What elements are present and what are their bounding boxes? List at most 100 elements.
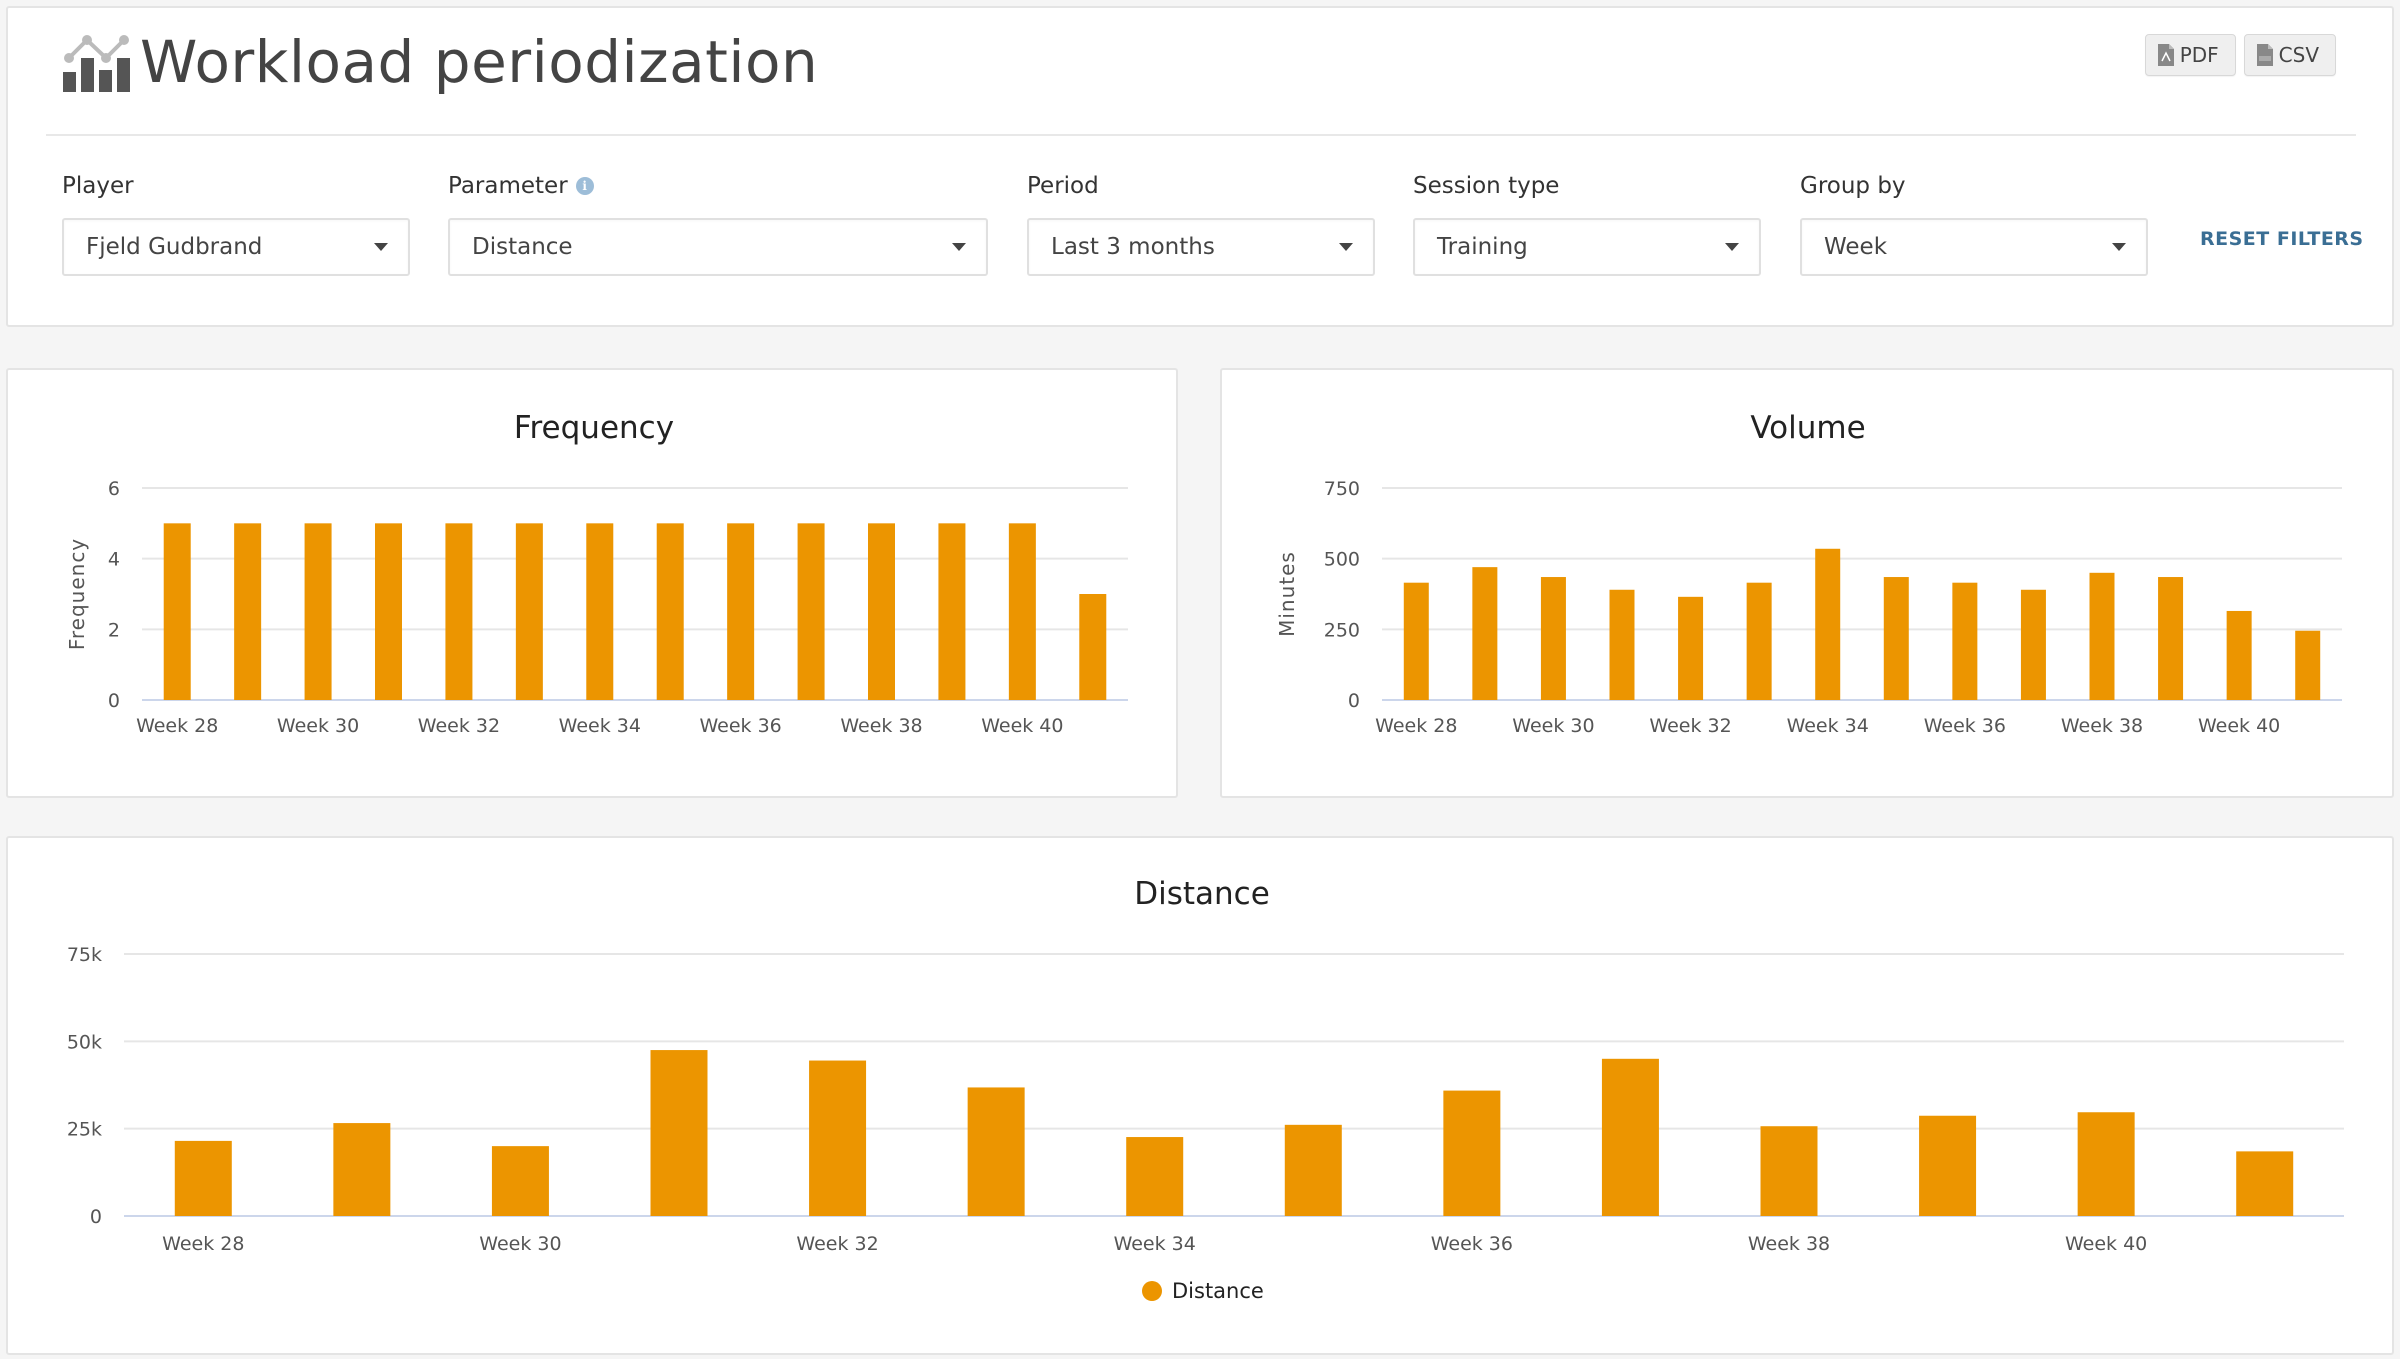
bar-week-30	[304, 523, 332, 700]
bar-week-35	[656, 523, 684, 700]
period-label-text: Period	[1027, 173, 1099, 199]
x-tick-label: Week 30	[479, 1233, 561, 1255]
export-csv-label: CSV	[2278, 43, 2319, 67]
chevron-down-icon	[1339, 243, 1353, 251]
parameter-select[interactable]: Distance	[448, 218, 988, 276]
bar-week-28	[174, 1140, 232, 1216]
bar-week-36	[1952, 582, 1978, 700]
x-tick-label: Week 28	[136, 715, 218, 737]
distance-chart-card: Distance 0 25k 50k 75k Week 28 Week 30 Week 32 W…	[6, 836, 2394, 1355]
bar-week-38	[868, 523, 895, 700]
player-filter: Player Fjeld Gudbrand	[62, 168, 410, 276]
x-tick-label: Week 30	[277, 715, 359, 737]
bar-week-39	[938, 523, 966, 700]
session-type-select[interactable]: Training	[1413, 218, 1761, 276]
bar-week-38	[1760, 1126, 1818, 1216]
csv-file-icon	[2256, 44, 2273, 66]
info-icon[interactable]: i	[575, 177, 594, 195]
x-tick-label: Week 38	[1748, 1233, 1830, 1255]
bar-week-33	[1746, 582, 1772, 700]
bar-week-39	[2158, 577, 2184, 700]
page-title: Workload periodization	[140, 28, 819, 96]
period-select-value: Last 3 months	[1051, 234, 1215, 260]
bar-week-33	[967, 1087, 1025, 1216]
bar-week-41	[2295, 630, 2321, 700]
y-tick-label: 4	[108, 549, 120, 571]
session-type-label-text: Session type	[1413, 173, 1560, 199]
filter-panel: Workload periodization PDF CSV Player Fj…	[6, 6, 2394, 327]
bar-week-36	[1443, 1090, 1501, 1216]
bar-week-41	[2236, 1151, 2294, 1216]
y-tick-label: 0	[90, 1206, 102, 1228]
legend-marker-icon	[1142, 1281, 1162, 1301]
chart-title: Distance	[1134, 876, 1270, 912]
y-tick-label: 25k	[67, 1119, 102, 1141]
player-select[interactable]: Fjeld Gudbrand	[62, 218, 410, 276]
header-divider	[46, 134, 2356, 136]
x-tick-label: Week 30	[1512, 715, 1594, 737]
bar-week-35	[1284, 1124, 1342, 1216]
legend-item[interactable]: Distance	[1142, 1279, 1264, 1303]
bar-week-37	[797, 523, 825, 700]
export-buttons: PDF CSV	[2144, 34, 2336, 76]
chart-title: Frequency	[514, 410, 674, 446]
bar-week-28	[1403, 582, 1429, 700]
x-tick-label: Week 34	[559, 715, 641, 737]
bar-week-39	[1919, 1115, 1977, 1216]
bar-week-34	[1815, 548, 1841, 700]
export-pdf-button[interactable]: PDF	[2144, 34, 2236, 76]
y-tick-label: 2	[108, 619, 120, 641]
bar-week-36	[727, 523, 755, 700]
bar-week-38	[2089, 572, 2115, 700]
x-tick-label: Week 34	[1114, 1233, 1196, 1255]
bar-week-29	[234, 523, 262, 700]
session-type-filter: Session type Training	[1413, 168, 1761, 276]
bar-week-41	[1079, 594, 1107, 700]
y-tick-label: 50k	[67, 1031, 102, 1053]
bar-week-32	[445, 523, 473, 700]
bar-week-29	[1472, 567, 1498, 700]
bar-week-28	[163, 523, 191, 700]
y-tick-label: 0	[1348, 690, 1360, 712]
y-axis-title: Frequency	[65, 538, 89, 650]
x-tick-label: Week 32	[1649, 715, 1731, 737]
bar-week-31	[375, 523, 402, 700]
group-by-select[interactable]: Week	[1800, 218, 2148, 276]
export-csv-button[interactable]: CSV	[2243, 34, 2336, 76]
bar-week-30	[491, 1146, 549, 1216]
x-tick-label: Week 32	[796, 1233, 878, 1255]
group-by-select-value: Week	[1824, 234, 1888, 260]
distance-chart: Distance 0 25k 50k 75k Week 28 Week 30 Week 32 W…	[67, 876, 2344, 1303]
chevron-down-icon	[952, 243, 966, 251]
reset-filters-button[interactable]: RESET FILTERS	[2200, 228, 2364, 250]
bar-week-40	[1008, 523, 1036, 700]
x-tick-label: Week 36	[700, 715, 782, 737]
period-filter: Period Last 3 months	[1027, 168, 1375, 276]
player-label-text: Player	[62, 173, 134, 199]
group-by-label: Group by	[1800, 168, 2148, 204]
x-tick-label: Week 28	[1375, 715, 1457, 737]
x-tick-label: Week 28	[162, 1233, 244, 1255]
group-by-filter: Group by Week	[1800, 168, 2148, 276]
bar-week-34	[1126, 1137, 1184, 1216]
bar-week-30	[1540, 577, 1566, 700]
frequency-chart: Frequency 0 2 4 6 Frequency Week 28 Week 30 Week…	[65, 410, 1128, 737]
period-select[interactable]: Last 3 months	[1027, 218, 1375, 276]
bar-week-37	[2020, 589, 2046, 700]
bar-week-34	[586, 523, 614, 700]
chevron-down-icon	[374, 243, 388, 251]
chart-title: Volume	[1750, 410, 1865, 446]
volume-chart-card: Volume 0 250 500 750 Minutes Week 28 Week 30 Wee…	[1220, 368, 2394, 798]
session-type-select-value: Training	[1437, 234, 1528, 260]
player-label: Player	[62, 168, 410, 204]
frequency-chart-card: Frequency 0 2 4 6 Frequency Week 28 Week 30 Week…	[6, 368, 1178, 798]
chart-analytics-icon	[63, 35, 130, 92]
parameter-select-value: Distance	[472, 234, 573, 260]
parameter-filter: Parameter i Distance	[448, 168, 988, 276]
parameter-label-text: Parameter	[448, 173, 568, 199]
x-tick-label: Week 34	[1787, 715, 1869, 737]
y-tick-label: 250	[1324, 619, 1360, 641]
x-tick-label: Week 40	[981, 715, 1063, 737]
page-header: Workload periodization	[60, 22, 818, 102]
bar-week-32	[1678, 596, 1704, 700]
